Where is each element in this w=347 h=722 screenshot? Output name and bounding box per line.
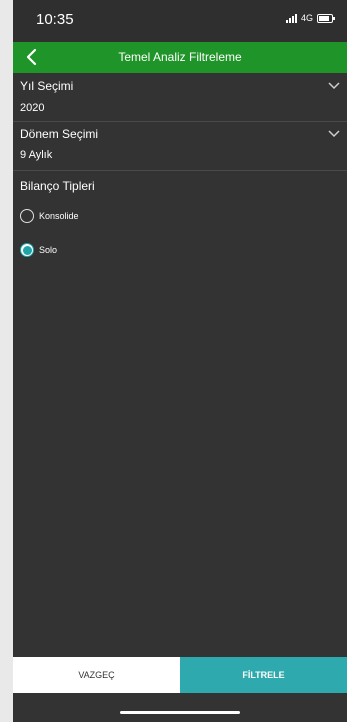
period-label: Dönem Seçimi	[20, 127, 99, 141]
period-selector[interactable]: Dönem Seçimi 9 Aylık	[13, 122, 347, 170]
home-indicator	[120, 711, 240, 714]
app-screen: 10:35 4G Temel Analiz Filtreleme Yıl Seç…	[13, 0, 347, 722]
network-label: 4G	[300, 13, 313, 23]
app-header: Temel Analiz Filtreleme	[13, 42, 347, 73]
radio-konsolide[interactable]: Konsolide	[20, 209, 79, 223]
status-icons: 4G	[285, 13, 335, 23]
radio-button[interactable]	[20, 209, 34, 223]
radio-label: Solo	[39, 245, 58, 255]
signal-icon	[285, 13, 297, 23]
year-label: Yıl Seçimi	[20, 79, 74, 93]
radio-label: Konsolide	[39, 211, 79, 221]
period-value: 9 Aylık	[20, 149, 53, 161]
chevron-down-icon	[328, 82, 340, 90]
page-title: Temel Analiz Filtreleme	[118, 50, 242, 64]
status-time: 10:35	[36, 11, 74, 28]
battery-icon	[317, 13, 335, 23]
cancel-button[interactable]: VAZGEÇ	[13, 657, 180, 693]
balance-types-label: Bilanço Tipleri	[20, 179, 95, 193]
status-bar: 10:35 4G	[13, 0, 347, 44]
year-value: 2020	[20, 102, 45, 114]
year-selector[interactable]: Yıl Seçimi 2020	[13, 73, 347, 121]
chevron-down-icon	[328, 130, 340, 138]
radio-button-selected[interactable]	[20, 243, 34, 257]
filter-button[interactable]: FİLTRELE	[180, 657, 347, 693]
radio-solo[interactable]: Solo	[20, 243, 57, 257]
